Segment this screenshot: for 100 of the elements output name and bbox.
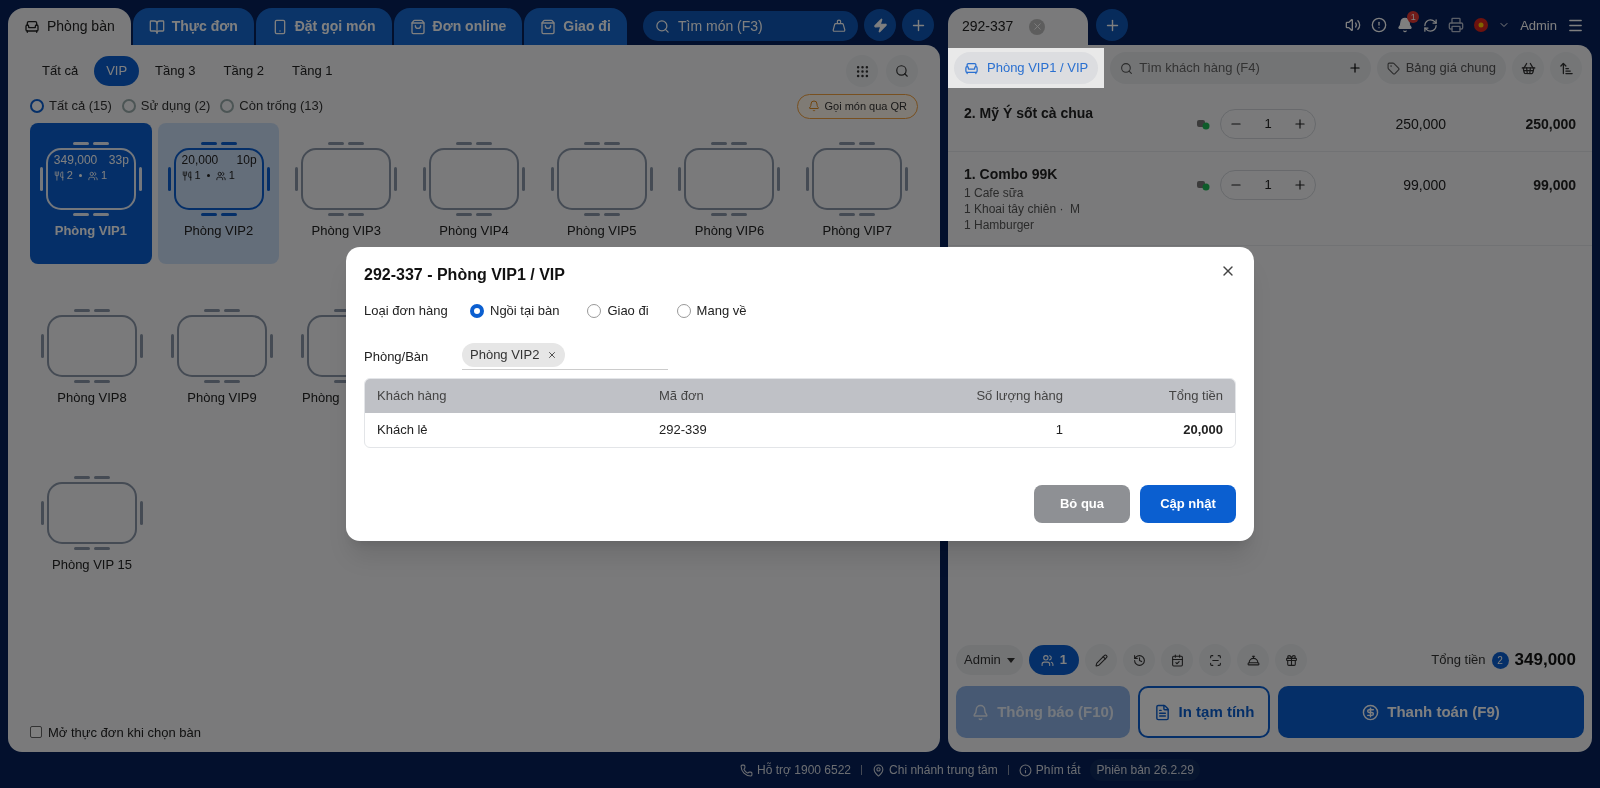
customer-search-bar[interactable]: Tìm khách hàng (F4) [1110,52,1371,84]
main-tab[interactable]: Thực đơn [132,8,254,45]
info-icon [1018,763,1032,777]
room-tag[interactable]: Phòng VIP2 [462,343,566,367]
split-button[interactable] [1199,644,1232,676]
phone-icon [740,763,754,777]
customer-search-field[interactable]: Tìm khách hàng (F4) [1139,58,1335,78]
order-type-radio[interactable]: Ngồi tại bàn [470,301,560,321]
room-time: 10p [236,153,257,168]
dish-count: 2 [66,168,73,183]
kitchen-status-icon [1196,118,1210,130]
guest-button[interactable]: 1 [1028,645,1080,675]
search-icon [895,64,909,78]
status-radio[interactable]: Còn trống (13) [220,96,324,116]
armchair-icon [964,60,979,76]
item-total: 250,000 [1524,114,1576,134]
flash-button[interactable] [864,9,896,41]
dish-count: 1 [194,168,201,183]
item-price: 99,000 [1402,175,1446,195]
shortcuts-link[interactable]: Phím tắt [1018,761,1081,779]
print-button[interactable]: In tạm tính [1138,686,1270,738]
room-tile[interactable]: Phòng VIP4 [413,123,535,264]
main-tab[interactable]: Đặt gọi món [255,8,392,45]
support-link[interactable]: Hỗ trợ 1900 6522 [740,761,852,779]
room-button[interactable]: Phòng VIP1 / VIP [954,52,1099,84]
history-button[interactable] [1123,644,1156,676]
new-order-button[interactable] [1096,9,1128,41]
room-name: Phòng VIP9 [187,390,257,405]
sound-icon[interactable] [1345,17,1362,34]
bag-icon [540,18,557,35]
bell-icon [808,100,821,112]
service-button[interactable] [1237,644,1270,676]
status-radio[interactable]: Sử dụng (2) [121,96,211,116]
user-name[interactable]: Admin [1520,15,1557,35]
flag-icon[interactable] [1474,18,1489,33]
staff-dropdown[interactable]: Admin [956,645,1023,675]
skip-button[interactable]: Bỏ qua [1034,485,1130,523]
room-name: Phòng VIP6 [694,223,765,238]
refresh-icon[interactable] [1423,17,1439,33]
grid-view-button[interactable] [846,55,878,87]
room-tile[interactable]: Phòng VIP 15 [30,457,154,598]
room-amount: 349,000 [53,153,98,168]
room-tile[interactable]: Phòng VIP6 [668,123,791,264]
plus-icon [1293,178,1307,192]
room-name: Phòng VIP3 [311,223,381,238]
document-icon [1153,703,1171,721]
search-bar[interactable]: Tìm món (F3) [643,11,858,41]
room-tile[interactable]: Phòng VIP3 [285,123,408,264]
area-filter[interactable]: Tất cả [30,56,91,86]
room-select-field[interactable]: Phòng VIP2 [462,343,668,370]
main-tab[interactable]: Phòng bàn [8,8,131,45]
area-filter[interactable]: Tầng 1 [280,56,345,86]
area-filter[interactable]: Tầng 3 [143,56,208,86]
calendar-button[interactable] [1161,644,1194,676]
open-menu-checkbox[interactable]: Mở thực đơn khi chọn bàn [30,722,918,742]
update-button[interactable]: Cập nhật [1140,485,1236,523]
gift-button[interactable] [1275,644,1308,676]
room-tile[interactable]: Phòng VIP8 [30,290,154,431]
qr-order-button[interactable]: Gọi món qua QR [797,93,918,119]
room-name: Phòng VIP4 [439,223,509,238]
bell-icon [972,703,990,721]
room-tile[interactable]: Phòng VIP5 [540,123,663,264]
sort-button[interactable] [1550,52,1582,84]
order-type-radio[interactable]: Giao đi [587,301,649,321]
notification-badge: 1 [1407,11,1420,24]
room-tile[interactable]: 349,000 33p 2 1 Phòng VIP1 [30,123,152,264]
area-filter[interactable]: Tầng 2 [211,56,277,86]
main-tab[interactable]: Đơn online [393,8,523,45]
guest-icon [215,170,226,181]
column-header: Khách hàng [377,387,448,406]
room-tile[interactable]: 20,000 10p 1 1 Phòng VIP2 [157,123,280,264]
caret-icon [1006,657,1015,663]
plus-icon [1347,61,1362,75]
column-header: Mã đơn [659,387,705,406]
edit-button[interactable] [1085,644,1118,676]
pencil-icon [1094,653,1108,667]
add-button[interactable] [902,9,934,41]
table-cell-text: Khách lẻ [377,421,429,440]
printer-icon[interactable] [1448,17,1465,34]
pay-button[interactable]: Thanh toán (F9) [1278,686,1584,738]
item-name: 2. Mỹ Ý sốt cà chua [964,103,1095,123]
area-filter[interactable]: VIP [94,56,140,86]
lightning-icon [872,17,888,33]
basket-button[interactable] [1512,52,1544,84]
order-type-label: Loại đơn hàng [364,302,449,321]
pin-icon [872,763,886,777]
room-tile[interactable]: Phòng VIP9 [160,290,284,431]
sort-icon [1558,60,1574,76]
search-button[interactable] [886,55,918,87]
price-list-button[interactable]: Bảng giá chung [1376,52,1506,84]
quantity-value: 1 [1264,176,1272,195]
order-tab[interactable]: 292-337 [948,8,1088,45]
room-tile[interactable]: Phòng VIP7 [796,123,919,264]
item-price: 250,000 [1394,114,1446,134]
status-radio[interactable]: Tất cả (15) [30,96,112,116]
branch-link[interactable]: Chi nhánh trung tâm [872,761,998,779]
order-type-radio[interactable]: Mang về [676,301,747,321]
search-field[interactable]: Tìm món (F3) [678,15,824,37]
main-tab[interactable]: Giao đi [524,8,627,45]
alert-icon[interactable] [1371,17,1388,34]
